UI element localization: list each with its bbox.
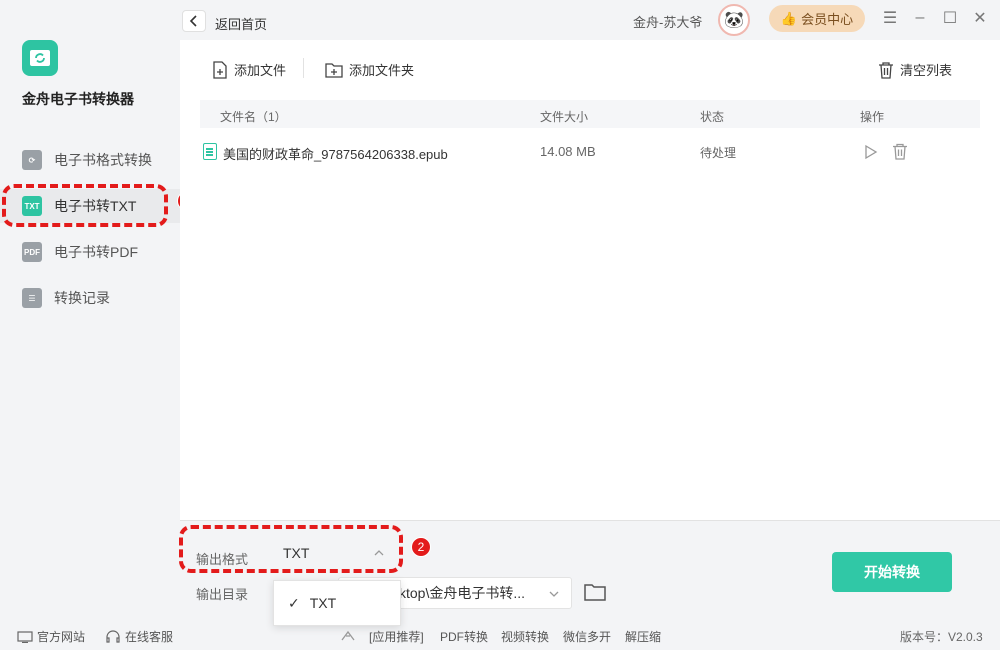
video-convert-link[interactable]: 视频转换 <box>501 628 549 645</box>
sidebar-item-format-convert[interactable]: ⟳ 电子书格式转换 <box>0 143 180 177</box>
clear-list-button[interactable]: 清空列表 <box>878 60 952 79</box>
decompress-link[interactable]: 解压缩 <box>625 628 661 645</box>
recommend-icon <box>340 628 358 642</box>
add-folder-label: 添加文件夹 <box>349 63 415 78</box>
vip-label: 会员中心 <box>801 12 854 27</box>
sidebar-item-label: 电子书转PDF <box>54 244 138 260</box>
document-icon <box>203 143 217 160</box>
pdf-convert-link[interactable]: PDF转换 <box>440 628 488 645</box>
history-icon: ☰ <box>22 288 42 308</box>
maximize-icon[interactable]: ☐ <box>942 10 958 27</box>
sidebar-item-to-pdf[interactable]: PDF 电子书转PDF <box>0 235 180 269</box>
thumbs-up-icon: 👍 <box>780 10 798 26</box>
chevron-left-icon <box>189 15 197 27</box>
sidebar-item-history[interactable]: ☰ 转换记录 <box>0 281 180 315</box>
folder-icon[interactable] <box>584 582 606 605</box>
toolbar-divider <box>303 58 304 78</box>
delete-icon[interactable] <box>892 143 908 163</box>
output-dir-label: 输出目录 <box>196 587 249 602</box>
add-folder-button[interactable]: 添加文件夹 <box>325 60 414 79</box>
sidebar-item-label: 电子书格式转换 <box>54 152 152 168</box>
column-header-size: 文件大小 <box>540 110 589 124</box>
headset-icon <box>106 629 120 643</box>
close-icon[interactable]: ✕ <box>972 10 988 27</box>
sidebar: 金舟电子书转换器 ⟳ 电子书格式转换 TXT 电子书转TXT PDF 电子书转P… <box>0 0 180 620</box>
official-website-label: 官方网站 <box>37 630 86 644</box>
output-dir-value: ktop\金舟电子书转... <box>399 585 526 601</box>
refresh-book-icon: ⟳ <box>22 150 42 170</box>
file-size: 14.08 MB <box>540 144 596 159</box>
add-file-label: 添加文件 <box>234 63 287 78</box>
dropdown-option-txt[interactable]: TXT <box>310 595 336 611</box>
file-status: 待处理 <box>700 146 737 160</box>
minimize-icon[interactable]: – <box>912 9 928 26</box>
table-row[interactable]: 美国的财政革命_9787564206338.epub 14.08 MB 待处理 <box>200 138 980 168</box>
add-file-icon <box>213 60 227 79</box>
monitor-icon <box>17 630 33 643</box>
avatar[interactable]: 🐼 <box>718 4 750 36</box>
annotation-badge: 2 <box>411 537 431 557</box>
main-panel: 添加文件 添加文件夹 清空列表 文件名（1） 文件大小 状态 操作 美国的财政革… <box>180 40 1000 520</box>
checkmark-icon: ✓ <box>288 594 300 611</box>
highlight-box <box>179 525 403 573</box>
add-folder-icon <box>325 62 343 78</box>
clear-list-label: 清空列表 <box>900 63 953 78</box>
column-header-status: 状态 <box>700 110 725 124</box>
sidebar-item-label: 转换记录 <box>54 290 110 306</box>
online-support-link[interactable]: 在线客服 <box>105 628 173 645</box>
online-support-label: 在线客服 <box>125 630 174 644</box>
column-header-name: 文件名（1） <box>220 110 287 124</box>
add-file-button[interactable]: 添加文件 <box>212 60 286 79</box>
back-button[interactable] <box>182 10 206 32</box>
start-convert-button[interactable]: 开始转换 <box>832 552 952 592</box>
file-name: 美国的财政革命_9787564206338.epub <box>223 147 448 162</box>
app-logo-icon <box>22 40 58 76</box>
highlight-box <box>2 184 168 227</box>
column-header-action: 操作 <box>860 110 885 124</box>
table-header: 文件名（1） 文件大小 状态 操作 <box>200 100 980 128</box>
wechat-multi-link[interactable]: 微信多开 <box>563 628 611 645</box>
back-home-link[interactable]: 返回首页 <box>215 14 267 33</box>
chevron-down-icon <box>549 591 559 597</box>
play-icon[interactable] <box>864 144 878 163</box>
trash-icon <box>879 61 893 79</box>
menu-icon[interactable]: ☰ <box>882 10 898 27</box>
footer: 官方网站 在线客服 [应用推荐] PDF转换 视频转换 微信多开 解压缩 版本号… <box>0 620 1000 650</box>
user-name: 金舟-苏大爷 <box>633 15 703 30</box>
app-recommend-link[interactable]: [应用推荐] <box>369 628 424 645</box>
app-title: 金舟电子书转换器 <box>22 91 134 107</box>
version-label: 版本号：V2.0.3 <box>900 630 983 644</box>
official-website-link[interactable]: 官方网站 <box>17 628 85 645</box>
vip-center-button[interactable]: 👍 会员中心 <box>769 5 865 32</box>
pdf-icon: PDF <box>22 242 42 262</box>
